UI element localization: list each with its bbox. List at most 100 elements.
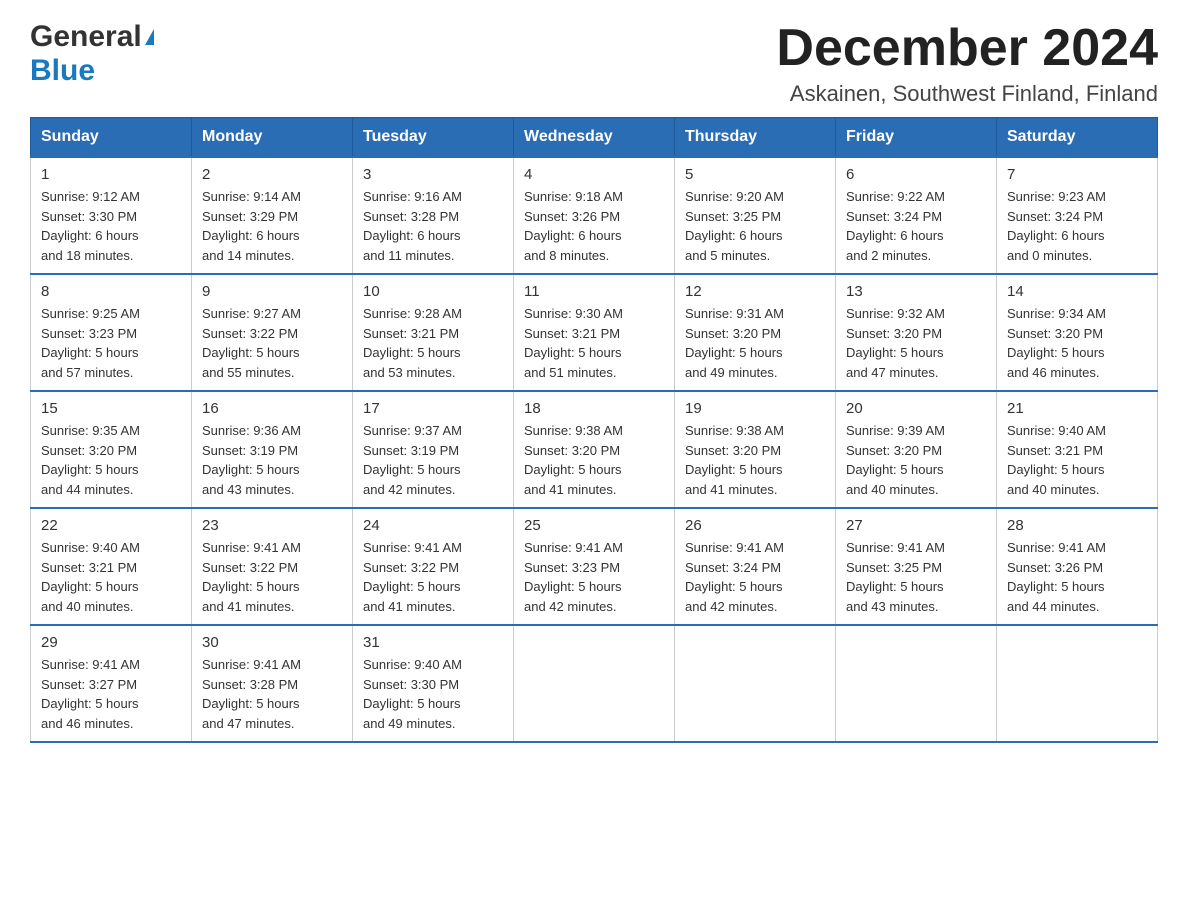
day-number: 20	[846, 400, 986, 417]
day-number: 8	[41, 283, 181, 300]
day-number: 5	[685, 166, 825, 183]
day-number: 18	[524, 400, 664, 417]
calendar-week-row: 22 Sunrise: 9:40 AMSunset: 3:21 PMDaylig…	[31, 508, 1158, 625]
page-header: General Blue December 2024 Askainen, Sou…	[30, 20, 1158, 107]
day-info: Sunrise: 9:34 AMSunset: 3:20 PMDaylight:…	[1007, 306, 1106, 380]
calendar-week-row: 8 Sunrise: 9:25 AMSunset: 3:23 PMDayligh…	[31, 274, 1158, 391]
day-number: 4	[524, 166, 664, 183]
day-of-week-header: Tuesday	[353, 118, 514, 158]
title-area: December 2024 Askainen, Southwest Finlan…	[776, 20, 1158, 107]
calendar-cell: 14 Sunrise: 9:34 AMSunset: 3:20 PMDaylig…	[997, 274, 1158, 391]
day-number: 3	[363, 166, 503, 183]
day-number: 7	[1007, 166, 1147, 183]
month-title: December 2024	[776, 20, 1158, 77]
day-number: 11	[524, 283, 664, 300]
calendar-cell	[675, 625, 836, 742]
day-of-week-header: Wednesday	[514, 118, 675, 158]
day-of-week-header: Saturday	[997, 118, 1158, 158]
calendar-cell: 9 Sunrise: 9:27 AMSunset: 3:22 PMDayligh…	[192, 274, 353, 391]
day-info: Sunrise: 9:18 AMSunset: 3:26 PMDaylight:…	[524, 189, 623, 263]
calendar-cell: 27 Sunrise: 9:41 AMSunset: 3:25 PMDaylig…	[836, 508, 997, 625]
day-number: 19	[685, 400, 825, 417]
day-number: 2	[202, 166, 342, 183]
day-number: 12	[685, 283, 825, 300]
day-of-week-header: Monday	[192, 118, 353, 158]
day-info: Sunrise: 9:37 AMSunset: 3:19 PMDaylight:…	[363, 423, 462, 497]
day-info: Sunrise: 9:40 AMSunset: 3:21 PMDaylight:…	[41, 540, 140, 614]
day-info: Sunrise: 9:31 AMSunset: 3:20 PMDaylight:…	[685, 306, 784, 380]
calendar-cell: 17 Sunrise: 9:37 AMSunset: 3:19 PMDaylig…	[353, 391, 514, 508]
calendar-cell: 4 Sunrise: 9:18 AMSunset: 3:26 PMDayligh…	[514, 157, 675, 274]
day-info: Sunrise: 9:20 AMSunset: 3:25 PMDaylight:…	[685, 189, 784, 263]
day-info: Sunrise: 9:22 AMSunset: 3:24 PMDaylight:…	[846, 189, 945, 263]
day-info: Sunrise: 9:41 AMSunset: 3:22 PMDaylight:…	[363, 540, 462, 614]
day-number: 28	[1007, 517, 1147, 534]
day-number: 1	[41, 166, 181, 183]
day-info: Sunrise: 9:14 AMSunset: 3:29 PMDaylight:…	[202, 189, 301, 263]
calendar-cell: 24 Sunrise: 9:41 AMSunset: 3:22 PMDaylig…	[353, 508, 514, 625]
calendar-cell: 16 Sunrise: 9:36 AMSunset: 3:19 PMDaylig…	[192, 391, 353, 508]
day-info: Sunrise: 9:40 AMSunset: 3:30 PMDaylight:…	[363, 657, 462, 731]
day-number: 31	[363, 634, 503, 651]
calendar-cell: 12 Sunrise: 9:31 AMSunset: 3:20 PMDaylig…	[675, 274, 836, 391]
calendar-cell: 21 Sunrise: 9:40 AMSunset: 3:21 PMDaylig…	[997, 391, 1158, 508]
day-number: 26	[685, 517, 825, 534]
day-number: 14	[1007, 283, 1147, 300]
day-info: Sunrise: 9:41 AMSunset: 3:26 PMDaylight:…	[1007, 540, 1106, 614]
calendar-cell: 22 Sunrise: 9:40 AMSunset: 3:21 PMDaylig…	[31, 508, 192, 625]
calendar-week-row: 1 Sunrise: 9:12 AMSunset: 3:30 PMDayligh…	[31, 157, 1158, 274]
calendar-cell: 5 Sunrise: 9:20 AMSunset: 3:25 PMDayligh…	[675, 157, 836, 274]
logo-triangle-icon	[145, 29, 154, 45]
calendar-cell: 26 Sunrise: 9:41 AMSunset: 3:24 PMDaylig…	[675, 508, 836, 625]
calendar-cell: 29 Sunrise: 9:41 AMSunset: 3:27 PMDaylig…	[31, 625, 192, 742]
day-info: Sunrise: 9:12 AMSunset: 3:30 PMDaylight:…	[41, 189, 140, 263]
day-of-week-header: Sunday	[31, 118, 192, 158]
day-info: Sunrise: 9:41 AMSunset: 3:28 PMDaylight:…	[202, 657, 301, 731]
day-number: 21	[1007, 400, 1147, 417]
day-number: 6	[846, 166, 986, 183]
logo-blue-text: Blue	[30, 54, 95, 87]
calendar-cell	[514, 625, 675, 742]
logo-general-text: General	[30, 20, 142, 54]
day-number: 30	[202, 634, 342, 651]
day-number: 15	[41, 400, 181, 417]
day-info: Sunrise: 9:39 AMSunset: 3:20 PMDaylight:…	[846, 423, 945, 497]
day-info: Sunrise: 9:40 AMSunset: 3:21 PMDaylight:…	[1007, 423, 1106, 497]
calendar-cell: 25 Sunrise: 9:41 AMSunset: 3:23 PMDaylig…	[514, 508, 675, 625]
calendar-week-row: 29 Sunrise: 9:41 AMSunset: 3:27 PMDaylig…	[31, 625, 1158, 742]
calendar-cell: 13 Sunrise: 9:32 AMSunset: 3:20 PMDaylig…	[836, 274, 997, 391]
logo: General Blue	[30, 20, 154, 88]
day-number: 24	[363, 517, 503, 534]
day-info: Sunrise: 9:30 AMSunset: 3:21 PMDaylight:…	[524, 306, 623, 380]
day-info: Sunrise: 9:35 AMSunset: 3:20 PMDaylight:…	[41, 423, 140, 497]
day-info: Sunrise: 9:41 AMSunset: 3:22 PMDaylight:…	[202, 540, 301, 614]
day-info: Sunrise: 9:41 AMSunset: 3:23 PMDaylight:…	[524, 540, 623, 614]
calendar-cell: 10 Sunrise: 9:28 AMSunset: 3:21 PMDaylig…	[353, 274, 514, 391]
day-number: 23	[202, 517, 342, 534]
calendar-cell	[997, 625, 1158, 742]
day-info: Sunrise: 9:41 AMSunset: 3:25 PMDaylight:…	[846, 540, 945, 614]
day-of-week-header: Thursday	[675, 118, 836, 158]
day-info: Sunrise: 9:41 AMSunset: 3:27 PMDaylight:…	[41, 657, 140, 731]
day-info: Sunrise: 9:38 AMSunset: 3:20 PMDaylight:…	[685, 423, 784, 497]
calendar-cell: 7 Sunrise: 9:23 AMSunset: 3:24 PMDayligh…	[997, 157, 1158, 274]
day-number: 9	[202, 283, 342, 300]
day-number: 16	[202, 400, 342, 417]
day-of-week-header: Friday	[836, 118, 997, 158]
day-info: Sunrise: 9:16 AMSunset: 3:28 PMDaylight:…	[363, 189, 462, 263]
calendar-cell: 11 Sunrise: 9:30 AMSunset: 3:21 PMDaylig…	[514, 274, 675, 391]
day-info: Sunrise: 9:28 AMSunset: 3:21 PMDaylight:…	[363, 306, 462, 380]
day-number: 22	[41, 517, 181, 534]
day-info: Sunrise: 9:32 AMSunset: 3:20 PMDaylight:…	[846, 306, 945, 380]
day-number: 13	[846, 283, 986, 300]
calendar-cell: 3 Sunrise: 9:16 AMSunset: 3:28 PMDayligh…	[353, 157, 514, 274]
day-number: 27	[846, 517, 986, 534]
day-info: Sunrise: 9:36 AMSunset: 3:19 PMDaylight:…	[202, 423, 301, 497]
day-number: 17	[363, 400, 503, 417]
calendar-cell: 23 Sunrise: 9:41 AMSunset: 3:22 PMDaylig…	[192, 508, 353, 625]
calendar-cell: 1 Sunrise: 9:12 AMSunset: 3:30 PMDayligh…	[31, 157, 192, 274]
calendar-week-row: 15 Sunrise: 9:35 AMSunset: 3:20 PMDaylig…	[31, 391, 1158, 508]
day-info: Sunrise: 9:38 AMSunset: 3:20 PMDaylight:…	[524, 423, 623, 497]
calendar-cell: 19 Sunrise: 9:38 AMSunset: 3:20 PMDaylig…	[675, 391, 836, 508]
calendar-cell: 20 Sunrise: 9:39 AMSunset: 3:20 PMDaylig…	[836, 391, 997, 508]
